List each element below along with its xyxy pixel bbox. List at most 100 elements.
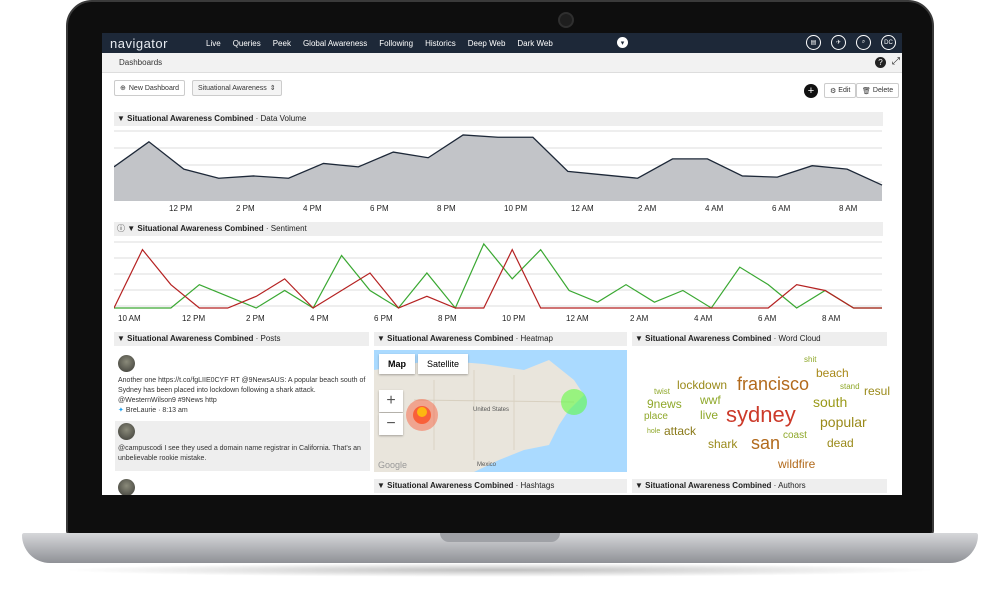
panel-title: Sentiment — [270, 224, 307, 233]
word-cloud-term[interactable]: hole — [647, 428, 660, 435]
x-tick-label: 2 PM — [236, 204, 255, 213]
x-tick-label: 12 PM — [169, 204, 193, 213]
word-cloud-term[interactable]: coast — [783, 431, 807, 441]
x-tick-label: 6 PM — [370, 204, 389, 213]
sort-icon: ⇕ — [269, 85, 276, 92]
word-cloud-term[interactable]: live — [700, 409, 718, 421]
panel-title: Word Cloud — [778, 334, 821, 343]
post-item[interactable] — [115, 479, 370, 495]
post-text: Another one https://t.co/fgLIIE0CYF RT @… — [118, 377, 366, 404]
nav-dark-web[interactable]: Dark Web — [511, 39, 558, 48]
dashboard-select[interactable]: Situational Awareness ⇕ — [192, 80, 282, 96]
panel-header-authors: ▼ Situational Awareness Combined · Autho… — [632, 479, 887, 493]
delete-button[interactable]: 🗑 Delete — [856, 83, 900, 98]
word-cloud-term[interactable]: lockdown — [677, 379, 727, 391]
word-cloud-term[interactable]: place — [644, 412, 668, 422]
panel-header-hashtags: ▼ Situational Awareness Combined · Hasht… — [374, 479, 627, 493]
panel-header-wordcloud: ▼ Situational Awareness Combined · Word … — [632, 332, 887, 346]
zoom-out-button[interactable]: − — [379, 413, 403, 435]
nav-live[interactable]: Live — [200, 39, 227, 48]
word-cloud-term[interactable]: wwf — [700, 394, 721, 406]
user-avatar[interactable]: DC — [881, 35, 896, 50]
x-tick-label: 8 AM — [822, 314, 841, 323]
nav-right-icons: ▤ ✈ ⌕ DC — [806, 35, 896, 50]
word-cloud-term[interactable]: wildfire — [778, 458, 815, 470]
laptop-notch — [440, 533, 560, 542]
search-icon[interactable]: ⌕ — [856, 35, 871, 50]
map-label-mexico: Mexico — [477, 462, 497, 468]
nav-global-awareness[interactable]: Global Awareness — [297, 39, 373, 48]
filter-icon: ▼ — [117, 114, 125, 123]
panel-source: Situational Awareness Combined — [387, 481, 514, 490]
nav-peek[interactable]: Peek — [267, 39, 297, 48]
panel-title: Posts — [260, 334, 281, 343]
panel-header-posts: ▼ Situational Awareness Combined · Posts — [114, 332, 369, 346]
trash-icon: 🗑 — [862, 87, 871, 95]
x-tick-label: 8 PM — [437, 204, 456, 213]
post-item[interactable]: Another one https://t.co/fgLIIE0CYF RT @… — [115, 355, 370, 416]
map-tab-map[interactable]: Map — [379, 354, 415, 374]
x-tick-label: 4 PM — [303, 204, 322, 213]
word-cloud-term[interactable]: san — [751, 434, 780, 452]
panel-source: Situational Awareness Combined — [645, 334, 772, 343]
expand-icon[interactable]: ⤢ — [892, 56, 900, 67]
filter-icon: ▼ — [635, 334, 643, 343]
inbox-icon[interactable]: ▤ — [806, 35, 821, 50]
nav-historics[interactable]: Historics — [419, 39, 462, 48]
word-cloud-term[interactable]: shark — [708, 438, 737, 450]
panel-source: Situational Awareness Combined — [127, 114, 254, 123]
dashboard-select-value: Situational Awareness — [198, 84, 267, 92]
twitter-icon: ✦ — [118, 407, 124, 414]
x-tick-label: 2 PM — [246, 314, 265, 323]
panel-header-volume: ▼ Situational Awareness Combined · Data … — [114, 112, 883, 126]
heatmap-map[interactable]: Map Satellite + − United States Mexico G… — [374, 350, 627, 472]
nav-queries[interactable]: Queries — [227, 39, 267, 48]
word-cloud: shit beach francisco lockdown stand resul twis… — [632, 351, 898, 476]
panel-source: Situational Awareness Combined — [137, 224, 264, 233]
word-cloud-term[interactable]: 9news — [647, 398, 682, 410]
word-cloud-term[interactable]: francisco — [737, 375, 809, 393]
top-navbar: navigator Live Queries Peek Global Aware… — [102, 33, 902, 53]
word-cloud-term[interactable]: attack — [664, 425, 696, 437]
nav-following[interactable]: Following — [373, 39, 419, 48]
panel-title: Authors — [778, 481, 806, 490]
x-tick-label: 2 AM — [638, 204, 657, 213]
edit-button[interactable]: ⚙ Edit — [824, 83, 857, 98]
chevron-down-icon[interactable]: ▾ — [617, 37, 628, 48]
word-cloud-term[interactable]: stand — [840, 383, 860, 391]
word-cloud-term[interactable]: resul — [864, 385, 890, 397]
map-tab-satellite[interactable]: Satellite — [418, 354, 469, 374]
panel-source: Situational Awareness Combined — [387, 334, 514, 343]
x-tick-label: 10 AM — [118, 314, 141, 323]
word-cloud-term[interactable]: south — [813, 395, 847, 409]
panel-title: Hashtags — [520, 481, 555, 490]
send-icon[interactable]: ✈ — [831, 35, 846, 50]
word-cloud-term[interactable]: beach — [816, 367, 849, 379]
help-icon[interactable]: ? — [875, 57, 886, 68]
word-cloud-term[interactable]: sydney — [726, 404, 796, 426]
x-tick-label: 8 PM — [438, 314, 457, 323]
edit-label: Edit — [838, 87, 851, 94]
new-dashboard-button[interactable]: ⊕ New Dashboard — [114, 80, 186, 96]
x-tick-label: 4 AM — [694, 314, 713, 323]
dashboards-title[interactable]: Dashboards — [119, 58, 162, 67]
word-cloud-term[interactable]: twist — [654, 388, 670, 396]
nav-deep-web[interactable]: Deep Web — [462, 39, 512, 48]
nav-links: Live Queries Peek Global Awareness Follo… — [200, 39, 559, 48]
app-logo[interactable]: navigator — [110, 36, 200, 51]
panel-source: Situational Awareness Combined — [645, 481, 772, 490]
word-cloud-term[interactable]: popular — [820, 415, 867, 429]
filter-icon: ▼ — [635, 481, 643, 490]
add-widget-button[interactable]: + — [804, 84, 818, 98]
x-tick-label: 2 AM — [630, 314, 649, 323]
filter-icon: ▼ — [127, 224, 136, 233]
x-tick-label: 10 PM — [504, 204, 528, 213]
x-tick-label: 8 AM — [839, 204, 858, 213]
x-tick-label: 6 PM — [374, 314, 393, 323]
zoom-in-button[interactable]: + — [379, 390, 403, 412]
word-cloud-term[interactable]: dead — [827, 437, 854, 449]
avatar — [118, 423, 135, 440]
post-item[interactable]: @campuscodi I see they used a domain nam… — [115, 421, 370, 471]
word-cloud-term[interactable]: shit — [804, 356, 816, 364]
sub-header: Dashboards ? ⤢ — [102, 53, 902, 73]
